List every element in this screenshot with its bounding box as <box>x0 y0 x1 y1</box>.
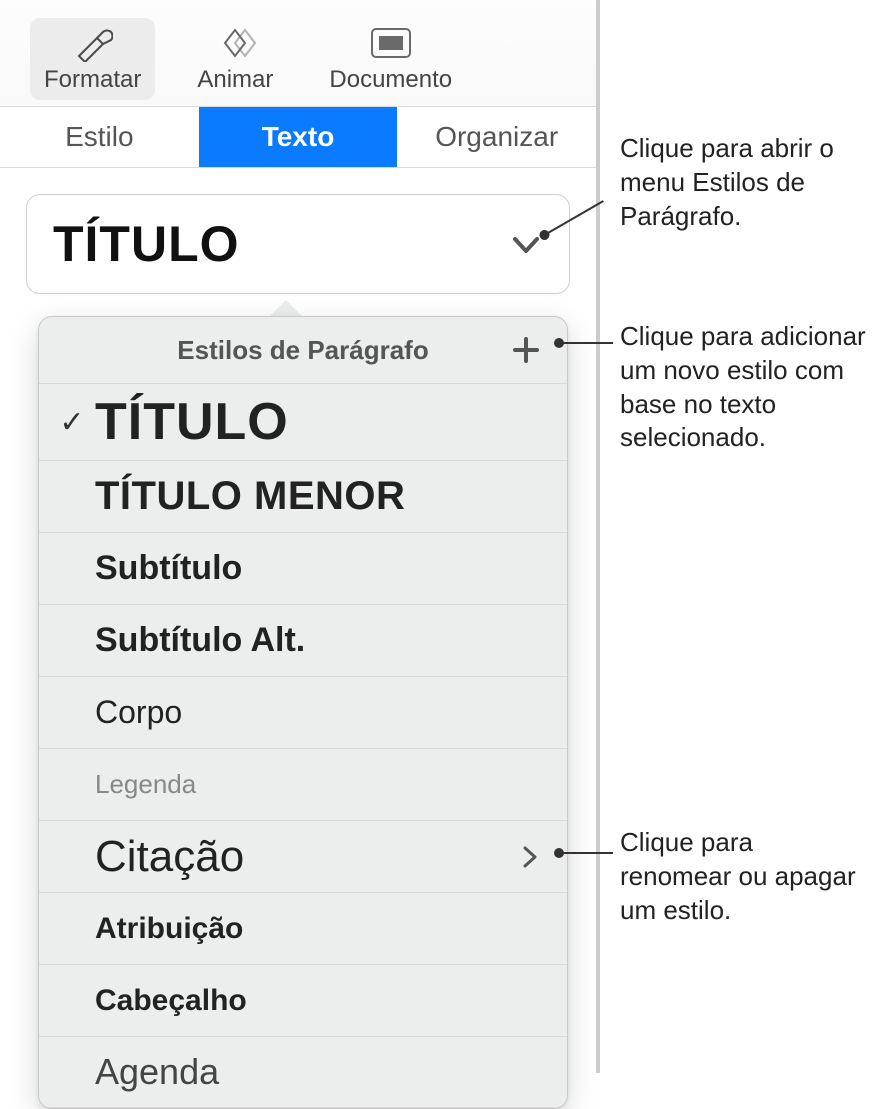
checkmark-icon: ✓ <box>49 405 95 440</box>
style-row[interactable]: Corpo <box>39 676 567 748</box>
style-row[interactable]: ✓TÍTULO <box>39 383 567 460</box>
tab-organize[interactable]: Organizar <box>397 107 596 167</box>
toolbar-format-label: Formatar <box>44 66 141 94</box>
add-style-button[interactable] <box>507 331 545 369</box>
callout-line-2 <box>555 342 613 344</box>
callout-line-3 <box>555 852 613 854</box>
callout-open-menu: Clique para abrir o menu Estilos de Pará… <box>620 132 870 233</box>
inspector-tabs: Estilo Texto Organizar <box>0 107 596 168</box>
format-button[interactable]: Formatar <box>30 18 155 100</box>
style-row[interactable]: Agenda <box>39 1036 567 1108</box>
callout-add-style: Clique para adicionar um novo estilo com… <box>620 320 870 455</box>
style-row[interactable]: Cabeçalho <box>39 964 567 1036</box>
style-label: TÍTULO <box>95 392 515 452</box>
paintbrush-icon <box>73 24 113 62</box>
callout-rename-delete: Clique para renomear ou apagar um estilo… <box>620 826 870 927</box>
style-label: Agenda <box>95 1051 515 1093</box>
style-row[interactable]: Subtítulo Alt. <box>39 604 567 676</box>
popover-title: Estilos de Parágrafo <box>99 335 507 366</box>
chevron-right-icon <box>515 845 545 869</box>
chevron-down-icon <box>509 227 543 261</box>
style-label: Citação <box>95 832 515 882</box>
document-button[interactable]: Documento <box>315 18 466 100</box>
style-label: Atribuição <box>95 912 515 946</box>
document-icon <box>369 24 413 62</box>
style-row[interactable]: TÍTULO MENOR <box>39 460 567 532</box>
animate-button[interactable]: Animar <box>183 18 287 100</box>
popover-header: Estilos de Parágrafo <box>39 317 567 383</box>
style-row[interactable]: Atribuição <box>39 892 567 964</box>
toolbar-animate-label: Animar <box>197 66 273 94</box>
toolbar-document-label: Documento <box>329 66 452 94</box>
plus-icon <box>511 335 541 365</box>
style-label: Subtítulo Alt. <box>95 621 515 660</box>
tab-style[interactable]: Estilo <box>0 107 199 167</box>
current-style-label: TÍTULO <box>53 215 240 273</box>
tab-text[interactable]: Texto <box>199 107 398 167</box>
style-label: Subtítulo <box>95 549 515 588</box>
style-list: ✓TÍTULO TÍTULO MENOR Subtítulo Subtítulo Al… <box>39 383 567 1108</box>
paragraph-styles-popover: Estilos de Parágrafo ✓TÍTULO TÍTULO MENOR… <box>38 316 568 1109</box>
style-row[interactable]: Subtítulo <box>39 532 567 604</box>
main-toolbar: Formatar Animar Documento <box>0 0 596 107</box>
inspector-panel: Formatar Animar Documento Estilo Texto O… <box>0 0 600 1073</box>
style-label: TÍTULO MENOR <box>95 474 515 519</box>
style-label: Cabeçalho <box>95 984 515 1018</box>
style-label: Corpo <box>95 694 515 731</box>
diamond-icon <box>211 24 259 62</box>
style-row[interactable]: Legenda <box>39 748 567 820</box>
style-label: Legenda <box>95 769 515 800</box>
style-row[interactable]: Citação <box>39 820 567 892</box>
paragraph-style-selector[interactable]: TÍTULO <box>26 194 570 294</box>
